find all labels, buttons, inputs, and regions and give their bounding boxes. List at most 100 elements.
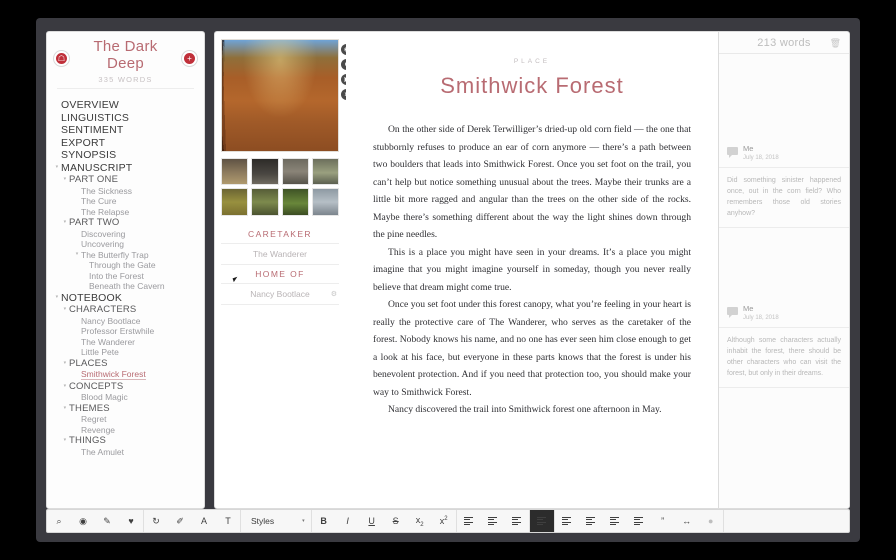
sidebar-item-things[interactable]: ▾THINGS: [47, 435, 204, 447]
glyph: T: [225, 516, 231, 526]
glyph: [586, 517, 595, 526]
sidebar-item-the-relapse[interactable]: The Relapse: [47, 207, 204, 218]
search-icon[interactable]: ⌕: [47, 510, 71, 532]
glyph: ✐: [176, 516, 184, 527]
thumbnail-dark-forest-rain[interactable]: [251, 158, 278, 185]
sidebar-item-through-the-gate[interactable]: Through the Gate: [47, 260, 204, 271]
plus-icon[interactable]: +: [182, 51, 197, 66]
indent-decrease-button[interactable]: [555, 510, 579, 532]
glyph: ↔: [682, 516, 691, 526]
sidebar-item-beneath-the-cavern[interactable]: Beneath the Cavern: [47, 281, 204, 292]
italic-button[interactable]: I: [336, 510, 360, 532]
thumbnail-stream-in-woods[interactable]: [312, 158, 339, 185]
document-body[interactable]: On the other side of Derek Terwilliger’s…: [373, 121, 691, 419]
sidebar-item-notebook[interactable]: ▾NOTEBOOK: [47, 292, 204, 305]
align-left-button[interactable]: [457, 510, 481, 532]
font-color-icon[interactable]: A: [192, 510, 216, 532]
meta-value[interactable]: Nancy Bootlace⚙: [221, 284, 339, 305]
sidebar-item-places[interactable]: ▾PLACES: [47, 358, 204, 370]
chevron-down-icon[interactable]: ▾: [61, 361, 69, 366]
eye-icon[interactable]: ◉: [71, 510, 95, 532]
gear-icon[interactable]: ⚙: [331, 290, 337, 298]
link-button[interactable]: ↔: [675, 510, 699, 532]
sidebar-item-sentiment[interactable]: SENTIMENT: [47, 124, 204, 137]
sidebar-item-the-butterfly-trap[interactable]: ▾The Butterfly Trap: [47, 250, 204, 261]
sidebar-item-linguistics[interactable]: LINGUISTICS: [47, 112, 204, 125]
highlighter-icon[interactable]: ✎: [95, 510, 119, 532]
glyph: U: [368, 516, 375, 526]
superscript-button[interactable]: x2: [432, 510, 456, 532]
bold-button[interactable]: B: [312, 510, 336, 532]
sidebar-item-little-pete[interactable]: Little Pete: [47, 347, 204, 358]
sidebar-item-smithwick-forest[interactable]: Smithwick Forest: [47, 369, 204, 381]
indent-increase-button[interactable]: [579, 510, 603, 532]
thumbnail-tree-trunks-green[interactable]: [251, 188, 278, 215]
comment-button[interactable]: ●: [699, 510, 723, 532]
styles-dropdown[interactable]: Styles▾: [241, 510, 312, 532]
blockquote-button[interactable]: ”: [651, 510, 675, 532]
hero-image[interactable]: [221, 39, 339, 152]
trash-icon[interactable]: 🗑: [830, 38, 841, 49]
sidebar-item-overview[interactable]: OVERVIEW: [47, 99, 204, 112]
thumbnail-rocky-creek-forest[interactable]: [282, 158, 309, 185]
sidebar-item-part-two[interactable]: ▾PART TWO: [47, 217, 204, 229]
sidebar-item-professor-erstwhile[interactable]: Professor Erstwhile: [47, 326, 204, 337]
sidebar-item-the-wanderer[interactable]: The Wanderer: [47, 337, 204, 348]
chevron-down-icon[interactable]: ▾: [53, 295, 61, 300]
ordered-list-button[interactable]: [603, 510, 627, 532]
thumbnail-sunlit-green-forest[interactable]: [282, 188, 309, 215]
sidebar-item-concepts[interactable]: ▾CONCEPTS: [47, 381, 204, 393]
sidebar-item-into-the-forest[interactable]: Into the Forest: [47, 271, 204, 282]
align-right-button[interactable]: [505, 510, 529, 532]
subscript-button[interactable]: x2: [408, 510, 432, 532]
strikethrough-button[interactable]: S: [384, 510, 408, 532]
chevron-down-icon[interactable]: ▾: [53, 165, 61, 170]
sidebar-item-synopsis[interactable]: SYNOPSIS: [47, 149, 204, 162]
underline-button[interactable]: U: [360, 510, 384, 532]
comment-item[interactable]: MeJuly 18, 2018Although some characters …: [719, 304, 849, 388]
sidebar-item-uncovering[interactable]: Uncovering: [47, 239, 204, 250]
heart-icon[interactable]: ♥: [119, 510, 143, 532]
unordered-list-button[interactable]: [627, 510, 651, 532]
thumbnail-forest-trail-autumn[interactable]: [221, 158, 248, 185]
glyph: [488, 517, 497, 526]
sidebar-item-label: The Butterfly Trap: [81, 251, 149, 260]
sidebar-item-themes[interactable]: ▾THEMES: [47, 403, 204, 415]
align-center-button[interactable]: [481, 510, 505, 532]
chevron-down-icon[interactable]: ▾: [302, 518, 305, 524]
comment-item[interactable]: MeJuly 18, 2018Did something sinister ha…: [719, 144, 849, 228]
chevron-down-icon[interactable]: ▾: [61, 220, 69, 225]
format-toolbar: ⌕◉✎♥↻ ✐ AT Styles▾ BIUSx2x2 ” ↔ ●: [46, 509, 850, 533]
sidebar-item-discovering[interactable]: Discovering: [47, 229, 204, 240]
sidebar-item-revenge[interactable]: Revenge: [47, 425, 204, 436]
sidebar-item-regret[interactable]: Regret: [47, 414, 204, 425]
sidebar-item-characters[interactable]: ▾CHARACTERS: [47, 304, 204, 316]
document-editor[interactable]: PLACE Smithwick Forest On the other side…: [346, 31, 718, 509]
chevron-down-icon[interactable]: ▾: [61, 177, 69, 182]
sidebar-item-the-amulet[interactable]: The Amulet: [47, 447, 204, 458]
sidebar-item-manuscript[interactable]: ▾MANUSCRIPT: [47, 162, 204, 175]
thumbnail-mossy-forest-floor[interactable]: [221, 188, 248, 215]
thumbnail-snowy-winter-forest[interactable]: [312, 188, 339, 215]
sidebar-item-the-cure[interactable]: The Cure: [47, 196, 204, 207]
glyph: B: [320, 516, 327, 526]
chevron-down-icon[interactable]: ▾: [73, 252, 81, 257]
chevron-down-icon[interactable]: ▾: [61, 406, 69, 411]
align-justify-button[interactable]: [530, 510, 554, 532]
sidebar-item-blood-magic[interactable]: Blood Magic: [47, 392, 204, 403]
sidebar-item-label: Into the Forest: [89, 272, 144, 281]
meta-value[interactable]: The Wanderer: [221, 244, 339, 265]
sidebar-item-label: LINGUISTICS: [61, 113, 129, 124]
eyedropper-icon[interactable]: ✐: [168, 510, 192, 532]
sidebar-item-export[interactable]: EXPORT: [47, 137, 204, 150]
sidebar-item-label: The Sickness: [81, 187, 132, 196]
text-size-icon[interactable]: T: [216, 510, 240, 532]
sidebar-item-nancy-bootlace[interactable]: Nancy Bootlace: [47, 316, 204, 327]
chevron-down-icon[interactable]: ▾: [61, 307, 69, 312]
refresh-icon[interactable]: ↻: [144, 510, 168, 532]
chevron-down-icon[interactable]: ▾: [61, 384, 69, 389]
chevron-down-icon[interactable]: ▾: [61, 438, 69, 443]
sidebar-item-part-one[interactable]: ▾PART ONE: [47, 174, 204, 186]
sidebar-item-the-sickness[interactable]: The Sickness: [47, 186, 204, 197]
home-icon[interactable]: ☖: [54, 51, 69, 66]
